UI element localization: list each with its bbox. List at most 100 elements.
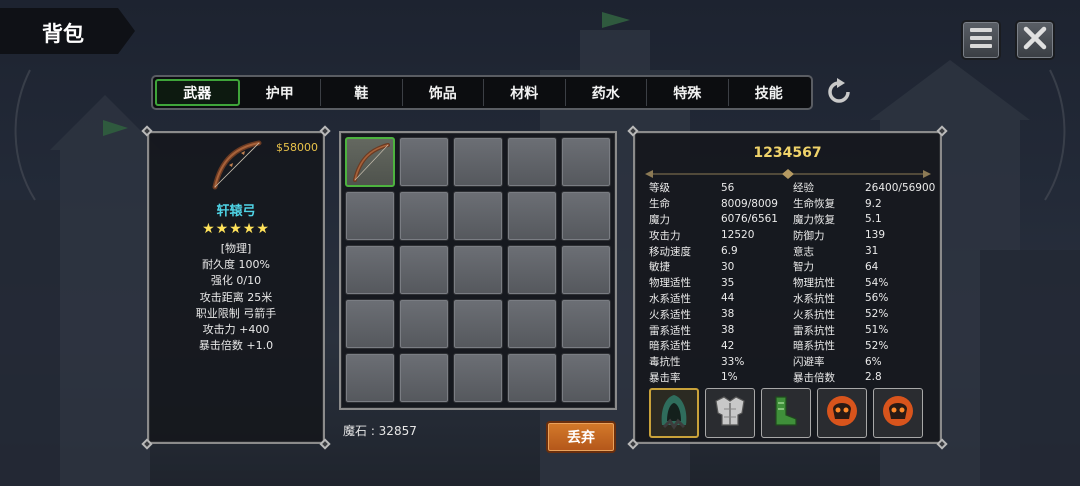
tab-weapon[interactable]: 武器	[155, 79, 240, 106]
equip-slot-accessory-2[interactable]	[873, 388, 923, 438]
stat-value: 6.9	[721, 245, 738, 258]
stat-label: 生命	[649, 198, 670, 211]
stat-row: 水系适性 44 水系抗性 56%	[649, 291, 935, 307]
stat-value: 33%	[721, 355, 745, 368]
inventory-slot[interactable]	[345, 299, 395, 349]
stat-value: 64	[865, 260, 879, 273]
equip-slot-boots[interactable]	[761, 388, 811, 438]
stat-label: 生命恢复	[793, 198, 835, 211]
stat-row: 魔力 6076/6561 魔力恢复 5.1	[649, 212, 935, 228]
item-name: 轩辕弓	[216, 204, 256, 219]
stat-label: 雷系适性	[649, 324, 691, 337]
inventory-slot[interactable]	[561, 353, 611, 403]
inventory-slot[interactable]	[507, 353, 557, 403]
stat-value: 38	[721, 324, 735, 337]
inventory-slot[interactable]	[453, 299, 503, 349]
stat-label: 雷系抗性	[793, 324, 835, 337]
refresh-button[interactable]	[823, 78, 855, 110]
tab-skills[interactable]: 技能	[729, 79, 810, 106]
hood-icon	[654, 391, 694, 435]
item-enhance: 强化 0/10	[210, 274, 262, 288]
inventory-slot[interactable]	[399, 299, 449, 349]
stat-value: 2.8	[865, 371, 882, 384]
stat-label: 暴击倍数	[793, 371, 835, 384]
stat-label: 攻击力	[649, 229, 681, 242]
inventory-slot[interactable]	[345, 353, 395, 403]
stat-value: 12520	[721, 229, 755, 242]
tab-potions[interactable]: 药水	[566, 79, 647, 106]
stat-value: 44	[721, 292, 735, 305]
inventory-grid	[345, 137, 611, 403]
stat-label: 意志	[793, 245, 814, 258]
tab-armor[interactable]: 护甲	[240, 79, 321, 106]
inventory-slot[interactable]	[453, 191, 503, 241]
stat-label: 暗系抗性	[793, 340, 835, 353]
stat-value: 38	[721, 308, 735, 321]
inventory-slot[interactable]	[561, 299, 611, 349]
inventory-slot[interactable]	[507, 137, 557, 187]
character-stats-panel: 1234567 等级 56 经验 26400/56900 生命 8009/8009 生命恢复…	[627, 125, 948, 450]
stat-label: 经验	[793, 182, 814, 195]
inventory-slot[interactable]	[345, 137, 395, 187]
menu-button[interactable]	[961, 20, 1001, 60]
equip-slot-head[interactable]	[649, 388, 699, 438]
discard-button[interactable]: 丢弃	[546, 421, 616, 453]
stat-label: 火系适性	[649, 308, 691, 321]
stat-value: 31	[865, 245, 879, 258]
inventory-slot[interactable]	[453, 137, 503, 187]
inventory-slot[interactable]	[399, 137, 449, 187]
magic-stone-balance: 魔石 : 32857	[343, 424, 417, 438]
inventory-slot[interactable]	[561, 191, 611, 241]
inventory-slot[interactable]	[399, 245, 449, 295]
inventory-slot[interactable]	[507, 191, 557, 241]
stat-row: 雷系适性 38 雷系抗性 51%	[649, 322, 935, 338]
inventory-slot[interactable]	[345, 191, 395, 241]
equip-slot-accessory-1[interactable]	[817, 388, 867, 438]
stat-value: 5.1	[865, 213, 882, 226]
inventory-slot[interactable]	[507, 299, 557, 349]
inventory-slot[interactable]	[345, 245, 395, 295]
inventory-slot[interactable]	[561, 245, 611, 295]
stat-label: 物理抗性	[793, 277, 835, 290]
stat-label: 暴击率	[649, 371, 681, 384]
stat-value: 42	[721, 339, 735, 352]
stat-value: 26400/56900	[865, 181, 936, 194]
equipment-row	[649, 388, 923, 438]
equip-slot-armor[interactable]	[705, 388, 755, 438]
stat-value: 1%	[721, 371, 738, 384]
item-durability: 耐久度 100%	[202, 258, 270, 272]
stat-value: 6076/6561	[721, 213, 778, 226]
stat-value: 51%	[865, 324, 889, 337]
stat-row: 移动速度 6.9 意志 31	[649, 243, 935, 259]
tab-accessory[interactable]: 饰品	[403, 79, 484, 106]
stat-label: 防御力	[793, 229, 825, 242]
close-button[interactable]	[1015, 20, 1055, 60]
inventory-slot[interactable]	[453, 245, 503, 295]
item-rating-stars: ★★★★★	[202, 221, 270, 237]
stat-value: 139	[865, 229, 886, 242]
stat-row: 生命 8009/8009 生命恢复 9.2	[649, 196, 935, 212]
demon-skull-icon	[822, 391, 862, 435]
stat-value: 35	[721, 276, 735, 289]
inventory-slot[interactable]	[507, 245, 557, 295]
item-type: [物理]	[220, 242, 252, 255]
stat-row: 火系适性 38 火系抗性 52%	[649, 306, 935, 322]
item-price: $58000	[276, 141, 318, 154]
page-title: 背包	[42, 22, 84, 46]
tab-materials[interactable]: 材料	[484, 79, 566, 106]
tab-special[interactable]: 特殊	[647, 79, 729, 106]
stat-label: 魔力恢复	[793, 213, 835, 226]
item-detail-panel: $58000 轩辕弓 ★★★★★ [物理] 耐久度 100% 强化 0/10 攻…	[141, 125, 331, 450]
stat-value: 8009/8009	[721, 197, 778, 210]
inventory-slot[interactable]	[561, 137, 611, 187]
inventory-grid-panel	[339, 131, 617, 410]
stat-label: 毒抗性	[649, 356, 681, 369]
inventory-slot[interactable]	[453, 353, 503, 403]
stat-row: 敏捷 30 智力 64	[649, 259, 935, 275]
stat-row: 毒抗性 33% 闪避率 6%	[649, 354, 935, 370]
stat-label: 物理适性	[649, 277, 691, 290]
inventory-slot[interactable]	[399, 353, 449, 403]
tab-shoes[interactable]: 鞋	[321, 79, 403, 106]
inventory-slot[interactable]	[399, 191, 449, 241]
stat-label: 等级	[649, 182, 670, 195]
